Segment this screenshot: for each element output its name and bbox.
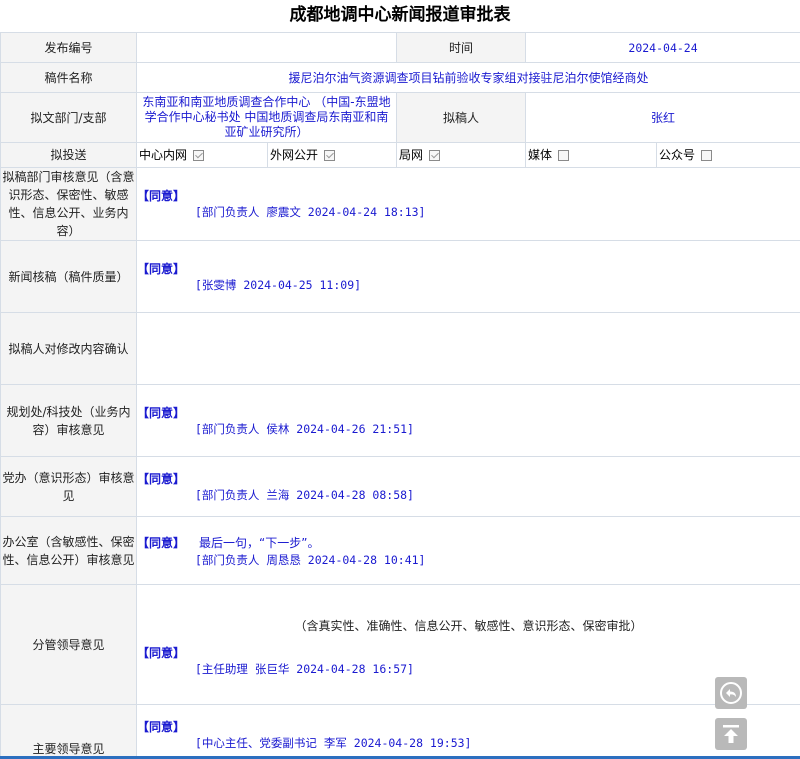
- publish-number-value: [135, 32, 398, 63]
- send-option-public-web[interactable]: 外网公开: [266, 142, 398, 168]
- publish-row: 发布编号 时间 2024-04-24: [0, 32, 800, 63]
- send-option-label: 中心内网: [139, 148, 188, 162]
- opinion-content: 【同意】 最后一句，“下一步”。 [部门负责人 周恳恳 2024-04-28 10…: [135, 516, 800, 585]
- drafter-value: 张红: [525, 92, 800, 143]
- department-value: 东南亚和南亚地质调查合作中心 （中国-东盟地学合作中心秘书处 中国地质调查局东南…: [135, 92, 398, 143]
- opinion-label: 规划处/科技处（业务内容）审核意见: [0, 384, 137, 457]
- manuscript-name-label: 稿件名称: [0, 62, 137, 93]
- send-option-label: 公众号: [659, 148, 696, 162]
- opinion-row: 规划处/科技处（业务内容）审核意见 【同意】 [部门负责人 侯林 2024-04…: [0, 384, 800, 457]
- opinion-row: 党办（意识形态）审核意见 【同意】 [部门负责人 兰海 2024-04-28 0…: [0, 456, 800, 517]
- publish-number-label: 发布编号: [0, 32, 137, 63]
- opinion-label: 拟稿人对修改内容确认: [0, 312, 137, 385]
- time-value: 2024-04-24: [525, 32, 800, 63]
- opinion-row: 办公室（含敏感性、保密性、信息公开）审核意见 【同意】 最后一句，“下一步”。 […: [0, 516, 800, 585]
- back-arrow-icon: [720, 682, 742, 704]
- leader-opinion-content: （含真实性、准确性、信息公开、敏感性、意识形态、保密审批） 【同意】 [主任助理…: [135, 584, 800, 705]
- agree-tag: 【同意】: [137, 405, 186, 420]
- send-option-label: 局网: [399, 148, 424, 162]
- signature: [张雯博 2024-04-25 11:09]: [195, 277, 362, 292]
- agree-tag: 【同意】: [137, 535, 186, 550]
- checkbox-icon[interactable]: [558, 149, 570, 161]
- send-option-bureau-web[interactable]: 局网: [396, 142, 527, 168]
- opinion-content: [135, 312, 800, 385]
- main-leader-row: 主要领导意见 【同意】 [中心主任、党委副书记 李军 2024-04-28 19…: [0, 704, 800, 759]
- opinion-content: 【同意】 [张雯博 2024-04-25 11:09]: [135, 240, 800, 313]
- manuscript-row: 稿件名称 援尼泊尔油气资源调查项目钻前验收专家组对接驻尼泊尔使馆经商处: [0, 62, 800, 93]
- send-option-media[interactable]: 媒体: [525, 142, 658, 168]
- opinion-content: 【同意】 [部门负责人 廖震文 2024-04-24 18:13]: [135, 167, 800, 241]
- opinion-content: 【同意】 [部门负责人 侯林 2024-04-26 21:51]: [135, 384, 800, 457]
- scroll-top-button[interactable]: [715, 718, 747, 750]
- checkbox-icon[interactable]: [193, 149, 205, 161]
- signature: [部门负责人 周恳恳 2024-04-28 10:41]: [195, 552, 426, 567]
- drafter-label: 拟稿人: [396, 92, 527, 143]
- signature: [部门负责人 侯林 2024-04-26 21:51]: [195, 421, 414, 436]
- agree-tag: 【同意】: [137, 261, 186, 276]
- opinion-label: 办公室（含敏感性、保密性、信息公开）审核意见: [0, 516, 137, 585]
- time-label: 时间: [396, 32, 527, 63]
- leader-note: （含真实性、准确性、信息公开、敏感性、意识形态、保密审批）: [294, 618, 643, 633]
- opinion-row: 拟稿人对修改内容确认: [0, 312, 800, 385]
- back-button[interactable]: [715, 677, 747, 709]
- signature: [部门负责人 兰海 2024-04-28 08:58]: [195, 487, 414, 502]
- send-option-wechat[interactable]: 公众号: [656, 142, 800, 168]
- page-title: 成都地调中心新闻报道审批表: [289, 5, 511, 25]
- signature: [部门负责人 廖震文 2024-04-24 18:13]: [195, 205, 426, 219]
- send-option-label: 外网公开: [270, 148, 319, 162]
- department-label: 拟文部门/支部: [0, 92, 137, 143]
- opinion-content: 【同意】 [部门负责人 兰海 2024-04-28 08:58]: [135, 456, 800, 517]
- leader-opinion-label: 分管领导意见: [0, 584, 137, 705]
- manuscript-name-value: 援尼泊尔油气资源调查项目钻前验收专家组对接驻尼泊尔使馆经商处: [135, 62, 800, 93]
- send-row: 拟投送 中心内网 外网公开 局网 媒体 公众号: [0, 142, 800, 168]
- checkbox-icon[interactable]: [324, 149, 336, 161]
- signature: [主任助理 张巨华 2024-04-28 16:57]: [195, 661, 414, 676]
- opinion-label: 拟稿部门审核意见（含意识形态、保密性、敏感性、信息公开、业务内容）: [0, 167, 137, 241]
- opinion-row: 新闻核稿（稿件质量） 【同意】 [张雯博 2024-04-25 11:09]: [0, 240, 800, 313]
- agree-tag: 【同意】: [137, 189, 186, 203]
- checkbox-icon[interactable]: [429, 149, 441, 161]
- checkbox-icon[interactable]: [701, 149, 713, 161]
- opinion-comment: 最后一句，“下一步”。: [199, 535, 320, 550]
- send-option-intranet[interactable]: 中心内网: [136, 142, 268, 168]
- main-leader-opinion-label: 主要领导意见: [0, 704, 137, 759]
- agree-tag: 【同意】: [137, 719, 186, 734]
- opinion-label: 新闻核稿（稿件质量）: [0, 240, 137, 313]
- opinion-row: 拟稿部门审核意见（含意识形态、保密性、敏感性、信息公开、业务内容） 【同意】 […: [0, 167, 800, 241]
- department-row: 拟文部门/支部 东南亚和南亚地质调查合作中心 （中国-东盟地学合作中心秘书处 中…: [0, 92, 800, 143]
- leader-row: 分管领导意见 （含真实性、准确性、信息公开、敏感性、意识形态、保密审批） 【同意…: [0, 584, 800, 705]
- scroll-to-top-icon: [723, 725, 739, 743]
- agree-tag: 【同意】: [137, 471, 186, 486]
- signature: [中心主任、党委副书记 李军 2024-04-28 19:53]: [195, 735, 472, 750]
- opinion-label: 党办（意识形态）审核意见: [0, 456, 137, 517]
- send-option-label: 媒体: [528, 148, 553, 162]
- send-label: 拟投送: [0, 142, 137, 168]
- main-leader-opinion-content: 【同意】 [中心主任、党委副书记 李军 2024-04-28 19:53]: [135, 704, 800, 759]
- agree-tag: 【同意】: [137, 645, 186, 660]
- approval-form-table: 发布编号 时间 2024-04-24 稿件名称 援尼泊尔油气资源调查项目钻前验收…: [0, 32, 800, 759]
